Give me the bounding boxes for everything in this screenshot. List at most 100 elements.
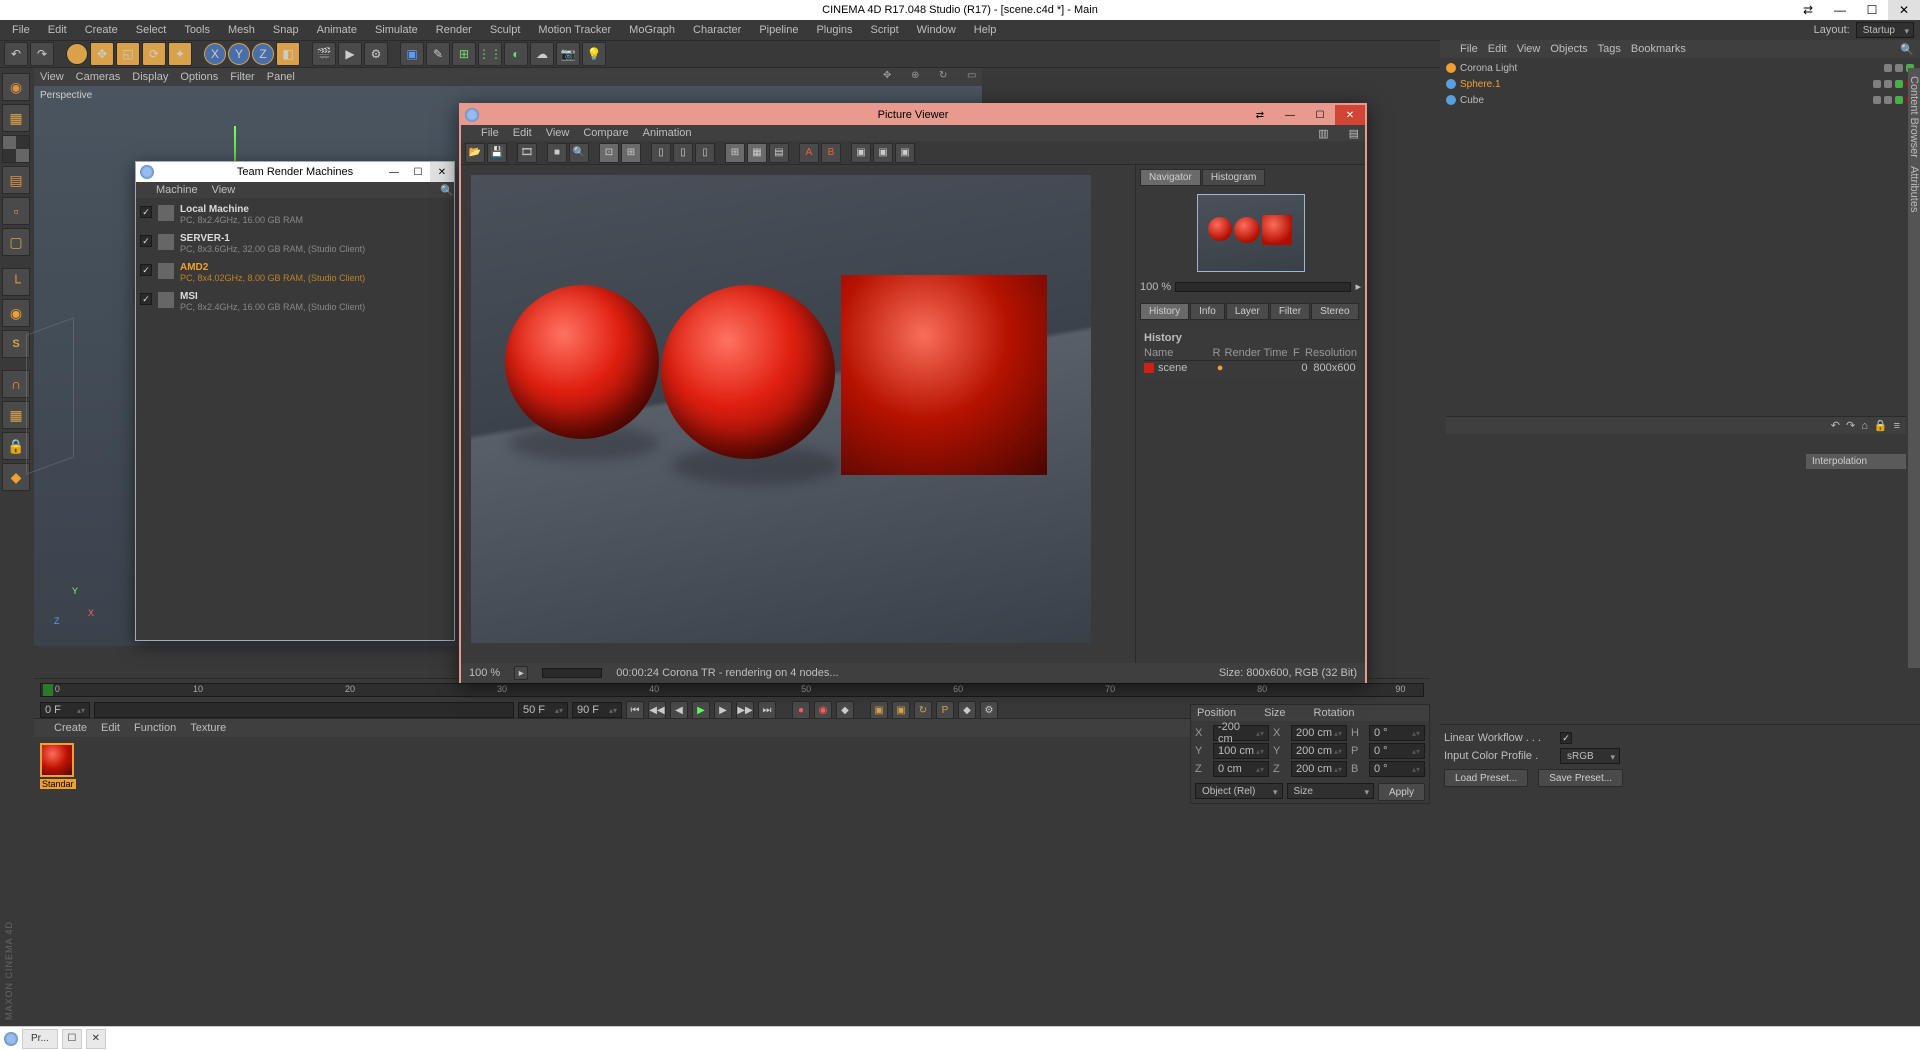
tr-search-icon[interactable]: 🔍 <box>440 184 454 197</box>
tr-close-button[interactable]: ✕ <box>430 162 454 182</box>
pv-close-button[interactable]: ✕ <box>1335 105 1365 125</box>
filter-tab[interactable]: Filter <box>1270 303 1310 320</box>
menu-character[interactable]: Character <box>685 22 749 38</box>
team-render-window[interactable]: Team Render Machines — ☐ ✕ Machine View … <box>135 161 455 641</box>
prev-frame-icon[interactable]: ◀ <box>670 701 688 719</box>
object-name[interactable]: Corona Light <box>1460 63 1880 74</box>
pv-layer3-icon[interactable]: ▣ <box>895 143 915 163</box>
machine-checkbox[interactable]: ✓ <box>140 293 152 305</box>
attr-home-icon[interactable]: ⌂ <box>1861 420 1868 432</box>
pv-layout-icon[interactable]: ▤ <box>1349 127 1359 140</box>
redo-icon[interactable]: ↷ <box>30 42 54 66</box>
pv-stop-icon[interactable]: ■ <box>547 143 567 163</box>
obj-menu-tags[interactable]: Tags <box>1598 43 1621 55</box>
z-axis-icon[interactable]: Z <box>252 43 274 65</box>
layer-tab[interactable]: Layer <box>1226 303 1269 320</box>
pv-menu-view[interactable]: View <box>546 127 570 139</box>
vis-dot-icon[interactable] <box>1884 96 1892 104</box>
playhead[interactable] <box>43 684 53 696</box>
obj-menu-file[interactable]: File <box>1460 43 1478 55</box>
size-z-input[interactable]: 200 cm▴▾ <box>1291 761 1347 777</box>
pv-navigator-icon[interactable]: ▦ <box>747 143 767 163</box>
record-icon[interactable]: ● <box>792 701 810 719</box>
menu-create[interactable]: Create <box>77 22 126 38</box>
material-swatch[interactable]: Standar <box>40 743 74 777</box>
linear-wf-checkbox[interactable]: ✓ <box>1560 732 1572 744</box>
model-mode-icon[interactable]: ▦ <box>2 104 30 132</box>
pv-layer1-icon[interactable]: ▣ <box>851 143 871 163</box>
menu-pipeline[interactable]: Pipeline <box>751 22 806 38</box>
zoom-fit-icon[interactable]: ▸ <box>514 666 528 680</box>
y-axis-icon[interactable]: Y <box>228 43 250 65</box>
next-frame-icon[interactable]: ▶ <box>714 701 732 719</box>
menu-sculpt[interactable]: Sculpt <box>482 22 529 38</box>
vp-display[interactable]: Display <box>132 71 168 83</box>
pv-menu-compare[interactable]: Compare <box>583 127 628 139</box>
enable-dot-icon[interactable] <box>1895 80 1903 88</box>
content-browser-tab[interactable]: Content Browser <box>1908 76 1920 158</box>
obj-menu-view[interactable]: View <box>1517 43 1541 55</box>
tr-minimize-button[interactable]: — <box>382 162 406 182</box>
machine-row[interactable]: ✓ SERVER-1PC, 8x3.6GHz, 32.00 GB RAM, (S… <box>138 229 452 258</box>
pv-ab-a-icon[interactable]: A <box>799 143 819 163</box>
vis-dot-icon[interactable] <box>1884 80 1892 88</box>
axis-icon[interactable]: └ <box>2 268 30 296</box>
pv-fullscreen-icon[interactable]: ⊞ <box>621 143 641 163</box>
taskbar-restore-icon[interactable]: ☐ <box>62 1029 82 1049</box>
info-tab[interactable]: Info <box>1190 303 1225 320</box>
pos-z-input[interactable]: 0 cm▴▾ <box>1213 761 1269 777</box>
menu-script[interactable]: Script <box>863 22 907 38</box>
zoom-slider[interactable] <box>1175 282 1351 292</box>
menu-render[interactable]: Render <box>428 22 480 38</box>
stereo-tab[interactable]: Stereo <box>1311 303 1358 320</box>
pen-icon[interactable]: ✎ <box>426 42 450 66</box>
deformer-icon[interactable]: ◐ <box>504 42 528 66</box>
navigator-tab[interactable]: Navigator <box>1140 169 1201 186</box>
menu-file[interactable]: File <box>4 22 38 38</box>
maximize-button[interactable]: ☐ <box>1856 0 1888 20</box>
param-key-icon[interactable]: P <box>936 701 954 719</box>
picture-viewer-window[interactable]: Picture Viewer ⇄ — ☐ ✕ File Edit View Co… <box>459 103 1367 683</box>
menu-window[interactable]: Window <box>909 22 964 38</box>
vp-cameras[interactable]: Cameras <box>76 71 121 83</box>
pos-key-icon[interactable]: ▣ <box>870 701 888 719</box>
menu-motiontracker[interactable]: Motion Tracker <box>530 22 619 38</box>
prev-key-icon[interactable]: ◀◀ <box>648 701 666 719</box>
environment-icon[interactable]: ☁ <box>530 42 554 66</box>
mat-menu-edit[interactable]: Edit <box>101 722 120 734</box>
menu-snap[interactable]: Snap <box>265 22 307 38</box>
pos-y-input[interactable]: 100 cm▴▾ <box>1213 743 1269 759</box>
menu-simulate[interactable]: Simulate <box>367 22 426 38</box>
menu-mesh[interactable]: Mesh <box>220 22 263 38</box>
window-swap-icon[interactable]: ⇄ <box>1792 0 1824 20</box>
menu-mograph[interactable]: MoGraph <box>621 22 683 38</box>
navigator-thumb[interactable] <box>1197 194 1305 272</box>
pv-compare-b-icon[interactable]: ▯ <box>673 143 693 163</box>
play-icon[interactable]: ▶ <box>692 701 710 719</box>
pv-zoom-icon[interactable]: 🔍 <box>569 143 589 163</box>
vp-filter[interactable]: Filter <box>230 71 254 83</box>
rot-b-input[interactable]: 0 °▴▾ <box>1369 761 1425 777</box>
pv-layout-icon[interactable]: ▥ <box>1318 127 1328 140</box>
tr-maximize-button[interactable]: ☐ <box>406 162 430 182</box>
enable-dot-icon[interactable] <box>1895 96 1903 104</box>
last-tool-icon[interactable]: ✦ <box>168 42 192 66</box>
mat-menu-function[interactable]: Function <box>134 722 176 734</box>
close-button[interactable]: ✕ <box>1888 0 1920 20</box>
history-row[interactable]: scene ● 0 800x600 <box>1144 361 1357 375</box>
vis-dot-icon[interactable] <box>1873 96 1881 104</box>
vp-nav4-icon[interactable]: ▭ <box>967 70 981 84</box>
layout-select[interactable]: Startup <box>1856 22 1914 38</box>
color-profile-select[interactable]: sRGB <box>1560 748 1620 764</box>
pv-save-icon[interactable]: 💾 <box>487 143 507 163</box>
light-icon[interactable]: 💡 <box>582 42 606 66</box>
pv-ab-b-icon[interactable]: B <box>821 143 841 163</box>
machine-checkbox[interactable]: ✓ <box>140 206 152 218</box>
cloner-icon[interactable]: ⋮⋮ <box>478 42 502 66</box>
pv-menu-file[interactable]: File <box>481 127 499 139</box>
pv-layer2-icon[interactable]: ▣ <box>873 143 893 163</box>
rotate-icon[interactable]: ⟳ <box>142 42 166 66</box>
render-view-icon[interactable]: 🎬 <box>312 42 336 66</box>
goto-end-icon[interactable]: ⏭ <box>758 701 776 719</box>
pv-compare-a-icon[interactable]: ▯ <box>651 143 671 163</box>
